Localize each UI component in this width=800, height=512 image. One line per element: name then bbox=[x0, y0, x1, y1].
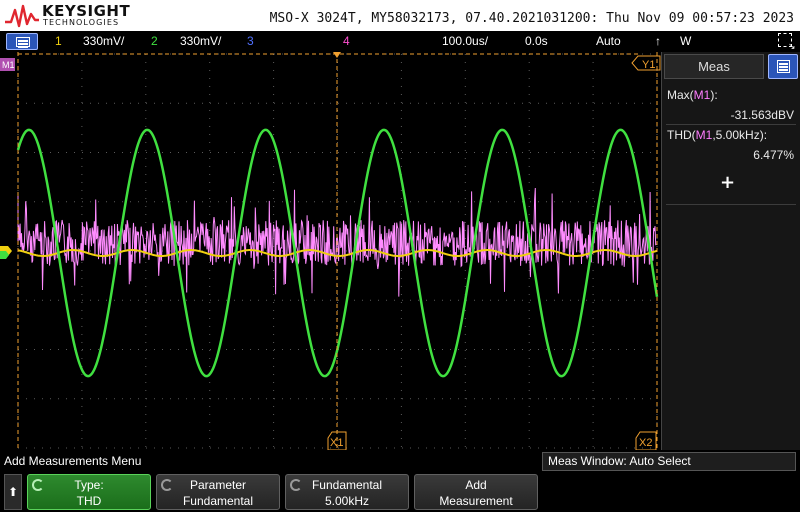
brand-subtitle: TECHNOLOGIES bbox=[43, 18, 120, 27]
meas-window-status: Meas Window: Auto Select bbox=[542, 452, 796, 471]
type-softkey[interactable]: Type: THD bbox=[27, 474, 151, 510]
ch1-number[interactable]: 1 bbox=[55, 34, 62, 48]
svg-text:Y1: Y1 bbox=[642, 59, 655, 71]
trigger-slope-icon[interactable]: ↑ bbox=[655, 34, 661, 48]
parameter-softkey[interactable]: Parameter Fundamental bbox=[156, 474, 280, 510]
svg-text:M1: M1 bbox=[2, 60, 15, 70]
svg-text:X1: X1 bbox=[330, 437, 343, 449]
softkey-bar: Add Measurements Menu Meas Window: Auto … bbox=[0, 450, 800, 512]
keysight-logo-icon bbox=[5, 4, 39, 28]
divider bbox=[666, 124, 796, 125]
ch3-number[interactable]: 3 bbox=[247, 34, 254, 48]
measurement-panel: Meas Max(M1): -31.563dBV THD(M1,5.00kHz)… bbox=[661, 52, 800, 450]
y1-marker[interactable]: Y1 bbox=[631, 55, 661, 71]
main-menu-button[interactable] bbox=[6, 33, 38, 50]
meas-panel-title[interactable]: Meas bbox=[664, 54, 764, 79]
waveform-canvas[interactable]: M1 Y1 X1 X2 bbox=[0, 52, 661, 450]
title-bar: KEYSIGHT TECHNOLOGIES MSO-X 3024T, MY580… bbox=[0, 0, 800, 31]
x1-marker[interactable]: X1 bbox=[327, 431, 347, 450]
timebase-scale[interactable]: 100.0us/ bbox=[442, 34, 488, 48]
panel-menu-button[interactable] bbox=[768, 54, 798, 79]
instrument-info: MSO-X 3024T, MY58032173, 07.40.202103120… bbox=[269, 11, 794, 26]
divider bbox=[666, 204, 796, 205]
up-arrow-icon[interactable]: ⬆ bbox=[4, 474, 22, 510]
x2-marker[interactable]: X2 bbox=[635, 431, 657, 450]
meas-2-label[interactable]: THD(M1,5.00kHz): bbox=[667, 128, 767, 142]
meas-2-value: 6.477% bbox=[753, 148, 794, 162]
trigger-marker-icon[interactable] bbox=[333, 52, 341, 58]
meas-1-value: -31.563dBV bbox=[730, 108, 794, 122]
fundamental-softkey[interactable]: Fundamental 5.00kHz bbox=[285, 474, 409, 510]
waveform-display[interactable]: M1 Y1 X1 X2 bbox=[0, 52, 661, 450]
trigger-mode[interactable]: Auto bbox=[596, 34, 621, 48]
ch1-scale[interactable]: 330mV/ bbox=[83, 34, 124, 48]
ch2-number[interactable]: 2 bbox=[151, 34, 158, 48]
status-bar: 1 330mV/ 2 330mV/ 3 4 100.0us/ 0.0s Auto… bbox=[0, 31, 800, 52]
horizontal-delay[interactable]: 0.0s bbox=[525, 34, 548, 48]
meas-1-label[interactable]: Max(M1): bbox=[667, 88, 718, 102]
menu-title: Add Measurements Menu bbox=[4, 454, 142, 468]
add-measurement-icon[interactable]: + bbox=[720, 172, 735, 193]
m1-marker[interactable]: M1 bbox=[0, 58, 15, 71]
ch2-scale[interactable]: 330mV/ bbox=[180, 34, 221, 48]
add-measurement-softkey[interactable]: Add Measurement bbox=[414, 474, 538, 510]
trigger-source[interactable]: W bbox=[680, 34, 691, 48]
svg-text:X2: X2 bbox=[639, 437, 652, 449]
pointer-icon: ↘ bbox=[788, 41, 796, 51]
ch4-number[interactable]: 4 bbox=[343, 34, 350, 48]
